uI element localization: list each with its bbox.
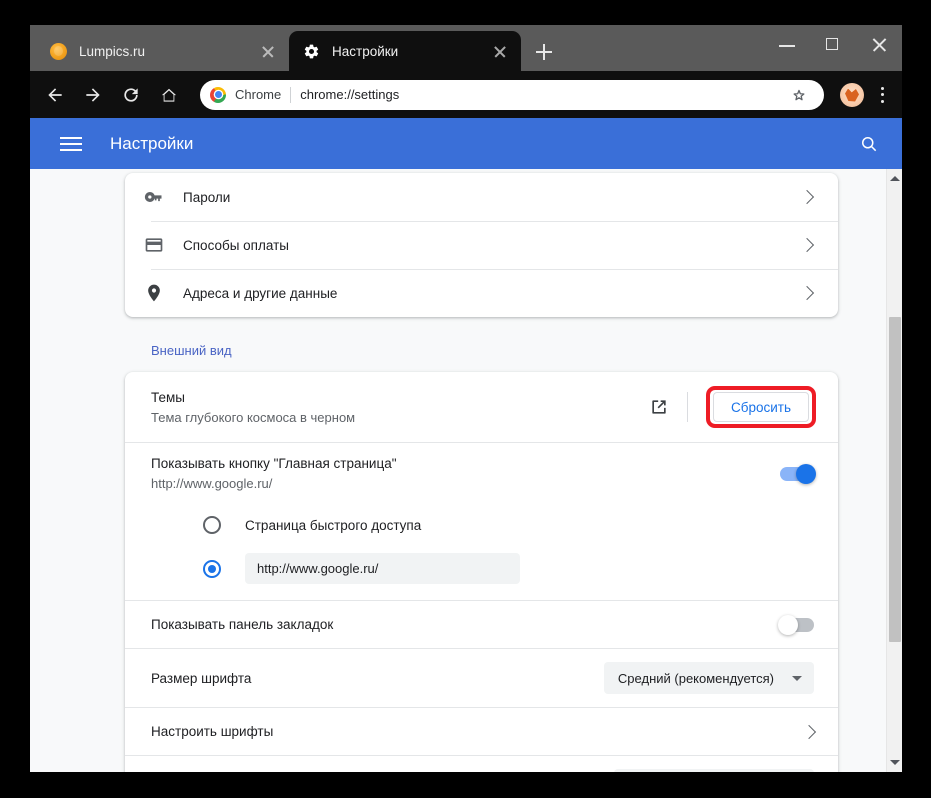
themes-description: Тема глубокого космоса в черном [151, 409, 356, 425]
settings-row-passwords[interactable]: Пароли [125, 173, 838, 221]
page-title: Настройки [110, 133, 194, 153]
three-dots-menu-icon[interactable] [870, 80, 894, 110]
homepage-option-custom-url[interactable]: http://www.google.ru/ [125, 546, 838, 600]
address-bar[interactable]: Chrome chrome://settings [200, 79, 824, 110]
chevron-right-icon [799, 237, 815, 253]
scroll-down-arrow-icon[interactable] [890, 760, 900, 765]
scroll-up-arrow-icon[interactable] [890, 176, 900, 181]
orange-circle-favicon [50, 42, 67, 60]
section-title-appearance: Внешний вид [151, 343, 232, 358]
font-size-select[interactable]: Средний (рекомендуется) [603, 662, 814, 694]
search-icon[interactable] [854, 129, 884, 159]
scrollbar-thumb[interactable] [889, 317, 901, 642]
gear-icon [304, 44, 319, 58]
close-button[interactable] [856, 25, 902, 65]
settings-header: Настройки [30, 118, 902, 169]
settings-page: Пароли Способы оплаты Адреса и другие да… [30, 169, 902, 772]
chrome-logo-icon [210, 86, 226, 103]
chevron-right-icon [799, 285, 815, 301]
back-button[interactable] [38, 78, 72, 112]
close-icon[interactable] [489, 40, 511, 62]
settings-row-addresses[interactable]: Адреса и другие данные [125, 269, 838, 317]
credit-card-icon [125, 235, 183, 255]
show-bookmarks-bar-toggle[interactable] [778, 614, 814, 635]
settings-row-label: Пароли [183, 189, 231, 205]
chevron-down-icon [792, 675, 802, 681]
home-button[interactable] [152, 78, 186, 112]
font-size-value: Средний (рекомендуется) [617, 670, 774, 686]
settings-row-show-bookmarks-bar[interactable]: Показывать панель закладок [125, 600, 838, 648]
settings-content: Пароли Способы оплаты Адреса и другие да… [125, 169, 838, 772]
key-icon [125, 187, 183, 207]
chevron-right-icon [801, 724, 817, 739]
customize-fonts-label: Настроить шрифты [151, 724, 274, 739]
close-icon[interactable] [257, 40, 279, 62]
radio-button[interactable] [203, 559, 221, 578]
settings-row-show-home-button[interactable]: Показывать кнопку "Главная страница" htt… [125, 442, 838, 504]
reset-theme-area: Сбросить [706, 386, 816, 428]
homepage-option-newtab[interactable]: Страница быстрого доступа [125, 504, 838, 546]
window-controls [764, 25, 902, 65]
star-icon[interactable] [786, 82, 812, 108]
omnibox-scheme-label: Chrome [235, 87, 282, 102]
tab-settings[interactable]: Настройки [289, 31, 521, 71]
partial-select[interactable] [614, 769, 814, 772]
tab-lumpics[interactable]: Lumpics.ru [36, 31, 289, 71]
minimize-button[interactable] [764, 25, 810, 65]
home-icon [161, 88, 177, 102]
forward-arrow-icon [86, 87, 100, 102]
tab-strip: Lumpics.ru Настройки [30, 25, 902, 71]
reload-button[interactable] [114, 78, 148, 112]
settings-row-payment-methods[interactable]: Способы оплаты [125, 221, 838, 269]
settings-row-themes[interactable]: Темы Тема глубокого космоса в черном Сбр… [125, 372, 838, 442]
reset-theme-button[interactable]: Сбросить [713, 392, 809, 422]
settings-row-label: Адреса и другие данные [183, 285, 338, 301]
settings-row-label: Способы оплаты [183, 237, 289, 253]
settings-row-font-size[interactable]: Размер шрифта Средний (рекомендуется) [125, 648, 838, 707]
tab-title: Настройки [332, 43, 399, 59]
new-tab-button[interactable] [530, 38, 558, 66]
chevron-right-icon [799, 189, 815, 205]
appearance-card: Темы Тема глубокого космоса в черном Сбр… [125, 372, 838, 772]
omnibox-url: chrome://settings [300, 87, 400, 102]
homepage-url-input[interactable]: http://www.google.ru/ [245, 553, 520, 584]
settings-row-customize-fonts[interactable]: Настроить шрифты [125, 707, 838, 755]
back-arrow-icon [48, 87, 62, 102]
font-size-label: Размер шрифта [151, 670, 252, 686]
show-home-button-toggle[interactable] [780, 463, 816, 484]
show-home-button-label: Показывать кнопку "Главная страница" [151, 456, 397, 471]
autofill-card: Пароли Способы оплаты Адреса и другие да… [125, 173, 838, 317]
radio-button[interactable] [203, 516, 221, 534]
homepage-option-label: Страница быстрого доступа [245, 517, 422, 533]
location-pin-icon [125, 283, 183, 303]
hamburger-icon[interactable] [60, 136, 82, 152]
profile-avatar[interactable] [840, 82, 864, 107]
divider [687, 392, 688, 422]
show-bookmarks-bar-label: Показывать панель закладок [151, 617, 334, 632]
forward-button[interactable] [76, 78, 110, 112]
open-in-new-icon[interactable] [649, 397, 669, 417]
maximize-button[interactable] [810, 25, 856, 65]
browser-toolbar: Chrome chrome://settings [30, 71, 902, 118]
tab-title: Lumpics.ru [79, 43, 146, 59]
show-home-button-url: http://www.google.ru/ [151, 476, 273, 491]
themes-label: Темы [151, 389, 185, 405]
browser-window: Lumpics.ru Настройки Chrome chrome://set… [30, 25, 902, 772]
settings-row-partial[interactable] [125, 755, 838, 772]
omnibox-divider [290, 86, 292, 103]
reload-icon [124, 87, 138, 102]
vertical-scrollbar[interactable] [886, 169, 902, 772]
